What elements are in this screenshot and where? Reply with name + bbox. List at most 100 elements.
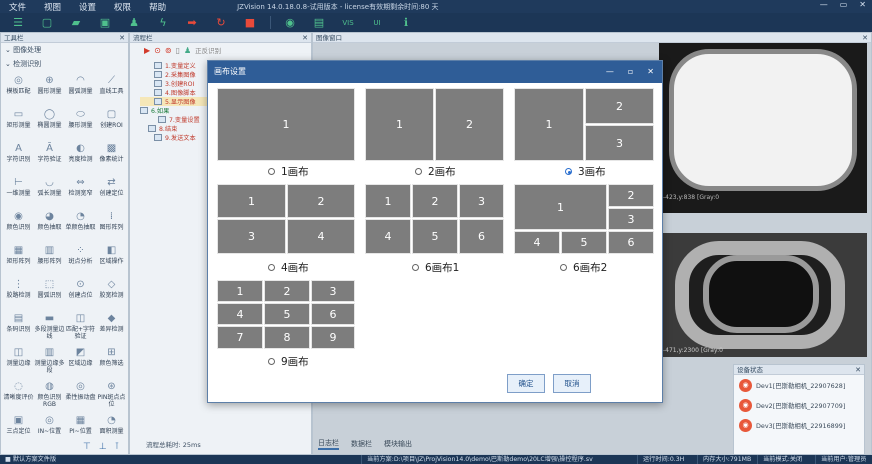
minimize-icon[interactable]: —	[606, 61, 614, 83]
option-4-canvas[interactable]: 4画布	[268, 260, 309, 275]
tool-item[interactable]: ◩ 区域边缘	[65, 343, 96, 377]
layout-cell[interactable]: 1	[365, 88, 434, 161]
tool-item[interactable]: ▦ PI~位置	[65, 411, 96, 445]
tool-item[interactable]: ⁞ 图形阵列	[96, 207, 127, 241]
sort-icons[interactable]: ⊤⊥⊺	[83, 442, 127, 452]
tool-item[interactable]: ▩ 像素统计	[96, 139, 127, 173]
list-icon[interactable]: ☰	[10, 16, 26, 30]
cancel-button[interactable]: 取消	[553, 374, 591, 393]
layout-cell[interactable]: 5	[412, 219, 458, 254]
menu-file[interactable]: 文件	[0, 1, 35, 13]
device-item[interactable]: ◉ Dev1[巴斯勒相机_22907628]	[734, 375, 864, 395]
radio-3-canvas[interactable]	[565, 168, 572, 175]
option-6-canvas-2[interactable]: 6画布2	[560, 260, 607, 275]
close-icon[interactable]: ✕	[119, 33, 125, 43]
layout-cell[interactable]: 4	[287, 219, 355, 254]
save-icon[interactable]: ▣	[97, 16, 113, 30]
layout-cell[interactable]: 2	[412, 184, 458, 218]
stop-icon[interactable]: ⊚	[165, 46, 172, 55]
option-3-canvas[interactable]: 3画布	[565, 164, 606, 179]
tool-item[interactable]: ▬ 多段测量边线	[34, 309, 65, 343]
maximize-icon[interactable]: ▭	[840, 0, 848, 9]
close-icon[interactable]: ✕	[647, 61, 654, 83]
tool-item[interactable]: ⋮ 胶路检测	[3, 275, 34, 309]
option-6-canvas-1[interactable]: 6画布1	[412, 260, 459, 275]
option-9-canvas[interactable]: 9画布	[268, 354, 309, 369]
radio-6-canvas-1[interactable]	[412, 264, 419, 271]
layout-cell[interactable]: 5	[561, 231, 607, 254]
tool-item[interactable]: ◕ 颜色抽取	[34, 207, 65, 241]
layout-cell[interactable]: 3	[217, 219, 286, 254]
tool-item[interactable]: ⊕ 圆形测量	[34, 71, 65, 105]
layout-cell[interactable]: 2	[608, 184, 654, 207]
tool-item[interactable]: ▭ 矩形测量	[3, 105, 34, 139]
tool-item[interactable]: ⬭ 腰形测量	[65, 105, 96, 139]
close-icon[interactable]: ✕	[862, 33, 868, 43]
layout-cell[interactable]: 6	[608, 231, 654, 254]
run-once-icon[interactable]: ϟ	[155, 16, 171, 30]
tool-item[interactable]: ⬚ 圆弧识别	[34, 275, 65, 309]
tool-item[interactable]: A 字符识别	[3, 139, 34, 173]
tool-item[interactable]: ⊢ 一维测量	[3, 173, 34, 207]
menu-settings[interactable]: 设置	[70, 1, 105, 13]
stop-icon[interactable]: ■	[242, 16, 258, 30]
radio-1-canvas[interactable]	[268, 168, 275, 175]
layout-cell[interactable]: 2	[435, 88, 504, 161]
tool-item[interactable]: ◯ 椭圆测量	[34, 105, 65, 139]
camera-view-1[interactable]: -423,y:838 [Gray:0	[659, 43, 867, 213]
tool-item[interactable]: ⇔ 检测宽窄	[65, 173, 96, 207]
tool-item[interactable]: ◍ 颜色识别RGB	[34, 377, 65, 411]
option-1-canvas[interactable]: 1画布	[268, 164, 309, 179]
tool-item[interactable]: ▦ 矩形阵列	[3, 241, 34, 275]
layout-cell[interactable]: 4	[365, 219, 411, 254]
option-2-canvas[interactable]: 2画布	[415, 164, 456, 179]
layout-cell[interactable]: 1	[365, 184, 411, 218]
tool-item[interactable]: ◡ 弧长测量	[34, 173, 65, 207]
section-detection[interactable]: ⌄ 检测识别	[1, 57, 128, 71]
layout-cell[interactable]: 1	[514, 88, 584, 161]
layout-cell[interactable]: 2	[264, 280, 310, 302]
device-item[interactable]: ◉ Dev2[巴斯勒相机_22907709]	[734, 395, 864, 415]
tool-item[interactable]: ⊛ PIN斑点点位	[96, 377, 127, 411]
tool-item[interactable]: Ā 字符验证	[34, 139, 65, 173]
ok-button[interactable]: 确定	[507, 374, 545, 393]
ui-icon[interactable]: UI	[369, 16, 385, 30]
tool-item[interactable]: ◎ 模板匹配	[3, 71, 34, 105]
radio-4-canvas[interactable]	[268, 264, 275, 271]
radio-2-canvas[interactable]	[415, 168, 422, 175]
tool-item[interactable]: ⁘ 斑点分析	[65, 241, 96, 275]
camera-view-2[interactable]: -471,y:2300 [Gray:0	[659, 233, 867, 357]
layout-cell[interactable]: 3	[311, 280, 355, 302]
panel-icon[interactable]: ▯	[176, 46, 180, 55]
layout-cell[interactable]: 6	[311, 303, 355, 325]
radio-9-canvas[interactable]	[268, 358, 275, 365]
layout-cell[interactable]: 4	[514, 231, 560, 254]
close-icon[interactable]: ✕	[855, 365, 861, 375]
layout-cell[interactable]: 8	[264, 326, 310, 349]
layout-cell[interactable]: 1	[217, 88, 355, 161]
tool-item[interactable]: ◫ 测量边缘	[3, 343, 34, 377]
tool-item[interactable]: ▥ 腰形阵列	[34, 241, 65, 275]
layout-cell[interactable]: 6	[459, 219, 504, 254]
radio-6-canvas-2[interactable]	[560, 264, 567, 271]
tool-item[interactable]: ◔ 面积测量	[96, 411, 127, 445]
layout-cell[interactable]: 3	[459, 184, 504, 218]
tool-item[interactable]: ▣ 三点定位	[3, 411, 34, 445]
device-item[interactable]: ◉ Dev3[巴斯勒相机_22916899]	[734, 415, 864, 435]
tool-item[interactable]: ◆ 差异检测	[96, 309, 127, 343]
tool-item[interactable]: ◉ 颜色识别	[3, 207, 34, 241]
tab-data[interactable]: 数据栏	[351, 439, 372, 449]
layout-cell[interactable]: 4	[217, 303, 263, 325]
tool-item[interactable]: ◐ 亮度检测	[65, 139, 96, 173]
user-icon[interactable]: ♟	[126, 16, 142, 30]
restore-icon[interactable]: ▫	[628, 61, 633, 83]
tool-item[interactable]: ◎ 柔性振动盘	[65, 377, 96, 411]
camera-icon[interactable]: ◉	[282, 16, 298, 30]
layout-cell[interactable]: 2	[585, 88, 654, 124]
tool-item[interactable]: ◔ 单颜色抽取	[65, 207, 96, 241]
open-folder-icon[interactable]: ▰	[68, 16, 84, 30]
tool-item[interactable]: ◧ 区域操作	[96, 241, 127, 275]
tool-item[interactable]: ▥ 测量边缘多段	[34, 343, 65, 377]
layout-cell[interactable]: 9	[311, 326, 355, 349]
info-icon[interactable]: ℹ	[398, 16, 414, 30]
